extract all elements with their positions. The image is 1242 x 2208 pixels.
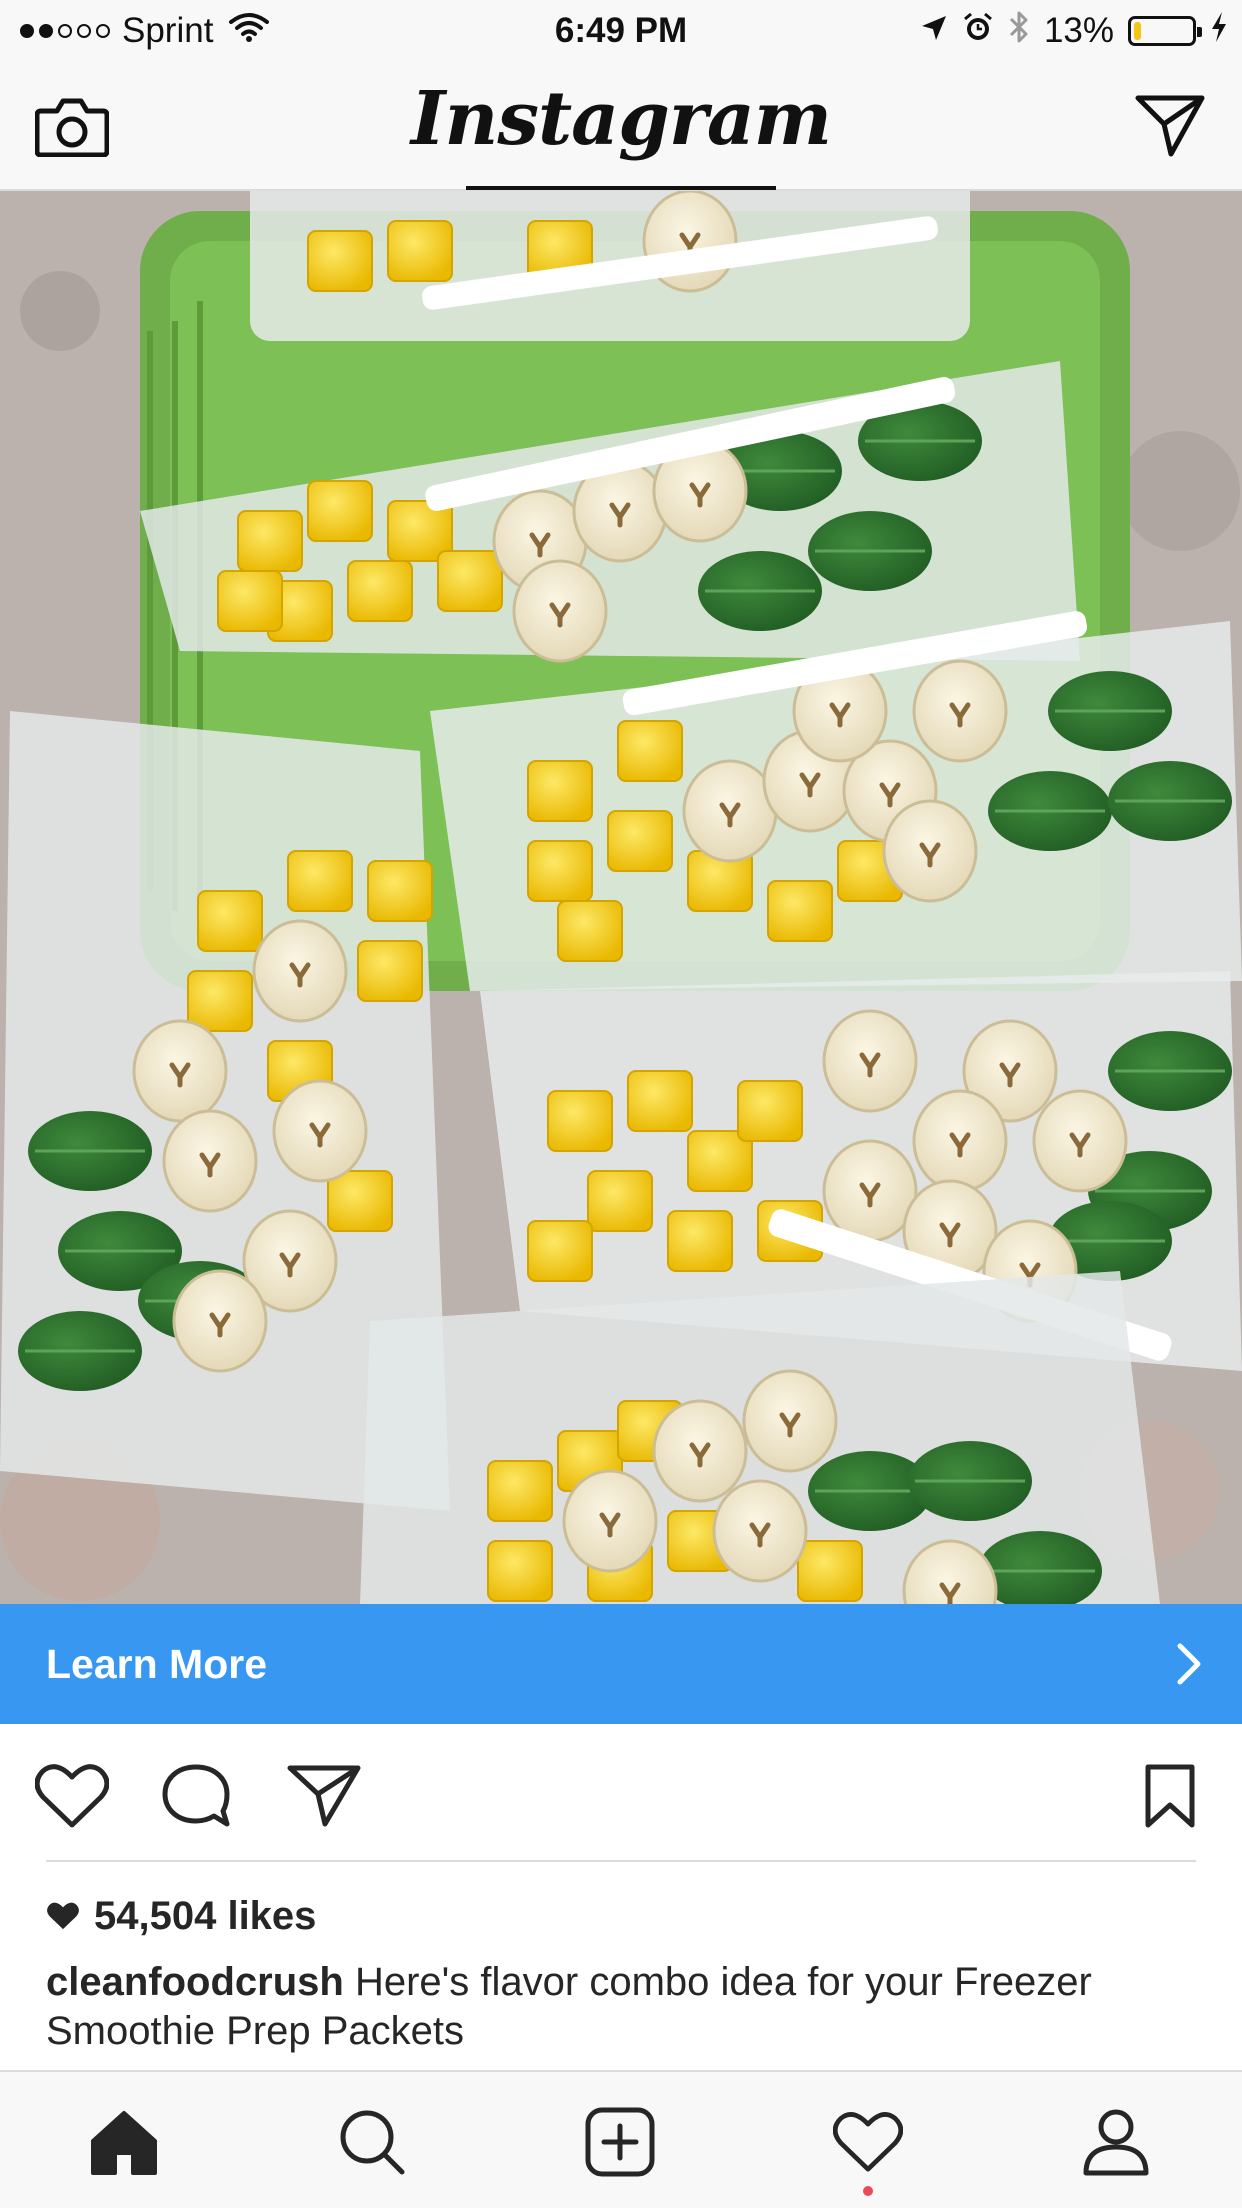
direct-message-icon[interactable]	[1130, 86, 1210, 166]
post-actions	[0, 1724, 1242, 1862]
bookmark-icon[interactable]	[1130, 1756, 1210, 1836]
actions-divider	[46, 1860, 1196, 1862]
learn-more-button[interactable]: Learn More	[0, 1604, 1242, 1724]
likes-count[interactable]: 54,504 likes	[46, 1888, 316, 1944]
location-arrow-icon	[920, 11, 948, 51]
share-icon[interactable]	[284, 1756, 364, 1836]
app-header: Instagram	[0, 62, 1242, 191]
post-image[interactable]	[0, 191, 1242, 1604]
learn-more-label: Learn More	[46, 1640, 267, 1687]
bluetooth-icon	[1008, 9, 1030, 54]
username-link[interactable]: cleanfoodcrush	[46, 1960, 344, 2004]
new-post-icon[interactable]	[575, 2102, 665, 2182]
chevron-right-icon	[1176, 1642, 1202, 1696]
charging-bolt-icon	[1210, 11, 1228, 52]
notification-dot	[863, 2186, 873, 2196]
activity-icon[interactable]	[823, 2102, 913, 2182]
battery-tip	[1197, 27, 1202, 37]
tab-bar	[0, 2070, 1242, 2208]
instagram-logo: Instagram	[410, 76, 832, 162]
alarm-icon	[962, 11, 994, 52]
battery-fill	[1134, 22, 1142, 40]
like-icon[interactable]	[32, 1756, 112, 1836]
likes-label: 54,504 likes	[94, 1893, 317, 1938]
search-icon[interactable]	[327, 2102, 417, 2182]
profile-icon[interactable]	[1071, 2102, 1161, 2182]
battery-icon	[1128, 16, 1202, 46]
battery-percent: 13%	[1043, 11, 1114, 50]
logo-underline	[466, 186, 776, 190]
smoothie-packets-photo	[0, 191, 1242, 1604]
heart-filled-icon	[47, 1902, 79, 1930]
comment-icon[interactable]	[156, 1756, 236, 1836]
status-right: 13%	[920, 8, 1228, 54]
home-icon[interactable]	[79, 2102, 169, 2182]
status-bar: Sprint 6:49 PM 13%	[0, 0, 1242, 62]
post-caption: cleanfoodcrush Here's flavor combo idea …	[46, 1958, 1206, 2056]
